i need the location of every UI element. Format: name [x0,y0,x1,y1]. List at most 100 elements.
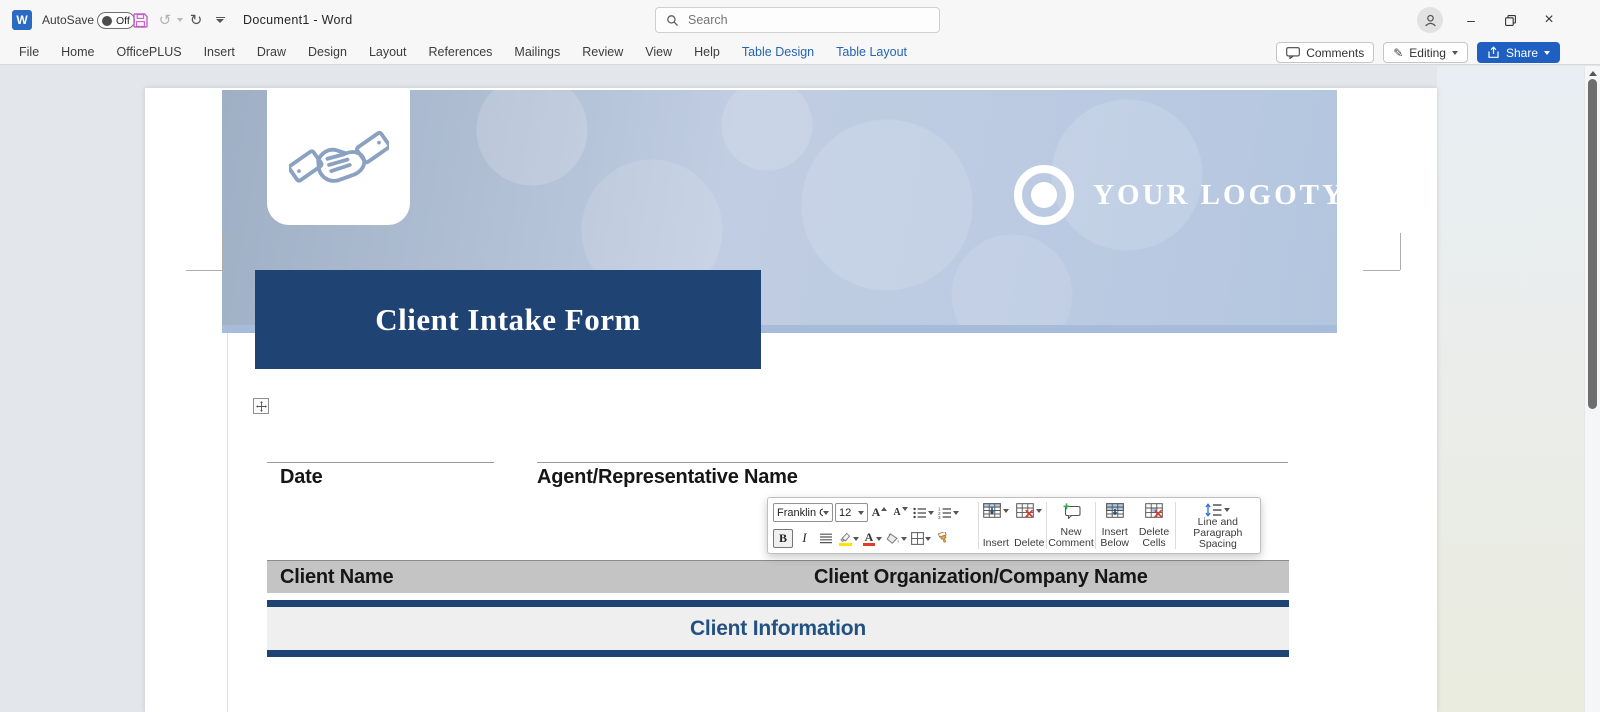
tab-officeplus[interactable]: OfficePLUS [106,40,193,65]
bold-button[interactable]: B [773,529,793,548]
shading-button[interactable] [885,529,908,549]
search-box[interactable] [655,7,940,33]
logo-circle-icon [1012,163,1076,227]
ribbon-tab-row: File Home OfficePLUS Insert Draw Design … [0,40,1600,65]
borders-chevron-icon [925,537,931,541]
highlight-button[interactable] [837,529,860,549]
minimize-icon: – [1467,12,1475,28]
justify-icon [820,533,832,544]
tab-view[interactable]: View [634,40,683,65]
app-background [1437,66,1600,712]
vertical-scrollbar[interactable] [1584,66,1600,712]
new-comment-label: New Comment [1048,527,1094,549]
tab-review[interactable]: Review [571,40,634,65]
delete-table-button[interactable]: Delete [1013,498,1046,553]
field-client-organization[interactable]: Client Organization/Company Name [814,566,1148,589]
bullets-icon [913,507,927,519]
italic-icon: I [802,531,806,546]
new-comment-button[interactable]: New Comment [1047,498,1095,553]
share-icon [1487,46,1500,59]
save-button[interactable] [130,11,150,29]
tab-home[interactable]: Home [50,40,105,65]
client-name-row[interactable]: Client Name Client Organization/Company … [267,560,1289,593]
editing-mode-button[interactable]: ✎ Editing [1383,42,1468,63]
tab-insert[interactable]: Insert [193,40,246,65]
tab-design[interactable]: Design [297,40,358,65]
delete-cells-button[interactable]: Delete Cells [1133,498,1174,553]
table-move-handle[interactable] [253,398,269,414]
logotype-text: YOUR LOGOTYPE [1093,179,1389,212]
font-color-button[interactable]: A [862,529,883,549]
shading-chevron-icon [901,537,907,541]
tab-references[interactable]: References [417,40,503,65]
tab-table-layout[interactable]: Table Layout [825,40,918,65]
line-spacing-button[interactable]: Line and Paragraph Spacing [1176,498,1260,553]
bullets-button[interactable] [912,503,935,523]
font-color-icon: A [863,532,875,546]
editing-dropdown-icon [1452,51,1458,55]
insert-table-button[interactable]: Insert [979,498,1012,553]
customize-quick-access-button[interactable] [210,11,230,29]
insert-label: Insert [983,538,1009,549]
undo-dropdown-icon[interactable] [177,18,183,22]
insert-below-button[interactable]: Insert Below [1096,498,1133,553]
titlebar: W AutoSave Off ↺ ↻ Document1 - Word – × [0,0,1600,40]
crop-mark-right-vertical [1400,233,1401,270]
share-dropdown-icon [1544,51,1550,55]
field-date[interactable]: Date [280,466,323,489]
form-title: Client Intake Form [375,302,641,338]
shrink-caret-icon [902,507,908,511]
search-input[interactable] [688,13,918,27]
tab-help[interactable]: Help [683,40,731,65]
font-name-chevron-icon [823,511,829,515]
document-page[interactable]: YOUR LOGOTYPE Client Intake Form [145,88,1437,712]
format-painter-button[interactable] [934,529,953,549]
font-size-value: 12 [839,507,851,519]
editing-label: Editing [1409,46,1446,60]
redo-button[interactable]: ↻ [186,11,206,29]
handshake-icon [289,123,389,193]
font-name-value: Franklin Go [777,507,823,519]
customize-toolbar-icon [216,17,225,24]
share-button[interactable]: Share [1477,42,1560,63]
user-avatar[interactable] [1417,7,1443,33]
ribbon-tabs: File Home OfficePLUS Insert Draw Design … [0,40,918,65]
restore-button[interactable] [1488,0,1532,40]
justify-button[interactable] [816,529,835,549]
tab-table-design[interactable]: Table Design [731,40,825,65]
title-banner[interactable]: Client Intake Form [255,270,761,369]
italic-button[interactable]: I [795,529,814,549]
search-icon [666,14,679,27]
insert-table-icon [983,503,1001,518]
borders-button[interactable] [910,529,932,549]
mini-toolbar: Franklin Go 12 A A 123 [767,497,1261,554]
undo-button[interactable]: ↺ [155,11,175,29]
client-information-band[interactable]: Client Information [267,607,1289,650]
bullets-chevron-icon [928,511,934,515]
borders-grid-icon [911,532,924,545]
close-button[interactable]: × [1527,0,1571,40]
pencil-icon: ✎ [1393,46,1403,60]
numbering-chevron-icon [953,511,959,515]
tab-layout[interactable]: Layout [358,40,418,65]
numbering-button[interactable]: 123 [937,503,960,523]
insert-below-icon [1106,503,1124,518]
tab-mailings[interactable]: Mailings [503,40,571,65]
scrollbar-up-arrow-icon[interactable] [1589,71,1597,76]
field-agent-name[interactable]: Agent/Representative Name [537,466,798,489]
tab-draw[interactable]: Draw [246,40,297,65]
font-size-dropdown[interactable]: 12 [835,503,868,522]
font-color-chevron-icon [876,537,882,541]
tab-file[interactable]: File [8,40,50,65]
minimize-button[interactable]: – [1449,0,1493,40]
comments-button[interactable]: Comments [1276,42,1374,63]
move-cross-icon [256,401,267,412]
scrollbar-thumb[interactable] [1588,79,1597,409]
field-client-name[interactable]: Client Name [280,566,393,589]
highlighter-icon [838,532,852,546]
font-name-dropdown[interactable]: Franklin Go [773,503,833,522]
grow-font-button[interactable]: A [870,503,889,523]
shrink-font-button[interactable]: A [891,503,910,523]
redo-icon: ↻ [190,11,203,29]
word-window: W AutoSave Off ↺ ↻ Document1 - Word – × [0,0,1600,712]
